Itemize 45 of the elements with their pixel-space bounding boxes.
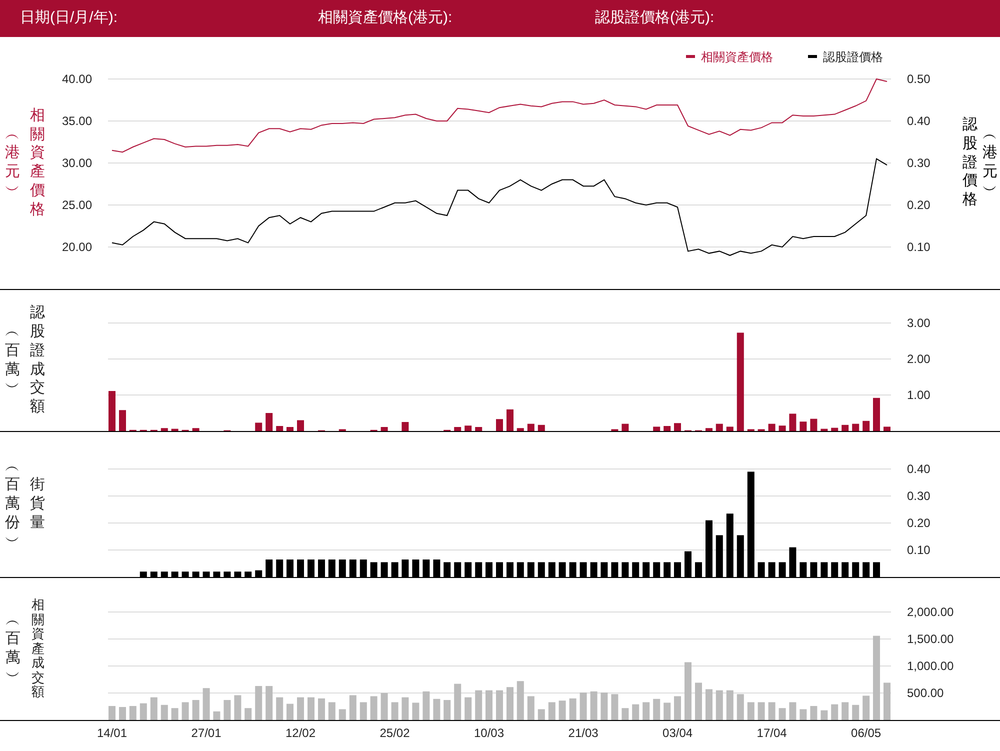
axis-tick-label: 30.00	[62, 156, 92, 170]
axis-tick-label: 17/04	[756, 726, 787, 740]
axis-tick-label: 35.00	[62, 114, 92, 128]
axis-tick-label: 0.10	[907, 240, 930, 254]
axis-tick-label: 21/03	[568, 726, 598, 740]
axis-unit: ︵百萬︶	[4, 323, 21, 398]
axis-tick-label: 0.10	[907, 543, 930, 557]
axis-tick-label: 0.40	[907, 114, 930, 128]
field-label: 認股證價格(港元):	[595, 8, 714, 28]
axis-tick-label: 0.30	[907, 489, 930, 503]
axis-title: 認股證價格	[962, 116, 978, 210]
axis-tick-label: 14/01	[96, 726, 128, 740]
axis-tick-label: 03/04	[662, 726, 693, 740]
axis-tick-label: 10/03	[474, 726, 504, 740]
field-label: 日期(日/月/年):	[20, 8, 118, 28]
axis-tick-label: 2,000.00	[907, 605, 954, 619]
axis-unit: ︵百萬︶	[4, 612, 22, 686]
axis-tick-label: 12/02	[286, 726, 316, 740]
axis-tick-label: 1,500.00	[907, 632, 954, 646]
axis-tick-label: 40.00	[62, 72, 92, 86]
axis-title: 街貨量	[29, 476, 46, 533]
legend-label: 認股證價格	[823, 50, 883, 64]
axis-tick-label: 1.00	[907, 388, 930, 402]
axis-unit: ︵港元︶	[982, 126, 998, 200]
axis-tick-label: 0.20	[907, 198, 930, 212]
axis-tick-label: 06/05	[851, 726, 882, 740]
axis-tick-label: 25/02	[380, 726, 410, 740]
axis-title: 相關資產價格	[29, 106, 46, 220]
axis-title: 認股證成交額	[29, 304, 46, 417]
axis-tick-label: 20.00	[62, 240, 92, 254]
axis-tick-label: 27/01	[191, 726, 222, 740]
axis-tick-label: 0.20	[907, 516, 930, 530]
axis-tick-label: 500.00	[907, 686, 944, 700]
axis-unit: ︵港元︶	[4, 126, 21, 200]
legend-label: 相關資產價格	[701, 50, 773, 64]
axis-tick-label: 0.30	[907, 156, 930, 170]
axis-tick-label: 25.00	[62, 198, 92, 212]
axis-unit: ︵百萬份︶	[4, 458, 21, 552]
axis-tick-label: 2.00	[907, 352, 930, 366]
axis-tick-label: 1,000.00	[907, 659, 954, 673]
axis-tick-label: 3.00	[907, 316, 930, 330]
field-label: 相關資產價格(港元):	[318, 8, 454, 28]
axis-title: 相關資產成交額	[30, 598, 46, 700]
axis-tick-label: 0.50	[907, 72, 930, 86]
axis-tick-label: 0.40	[907, 462, 930, 476]
